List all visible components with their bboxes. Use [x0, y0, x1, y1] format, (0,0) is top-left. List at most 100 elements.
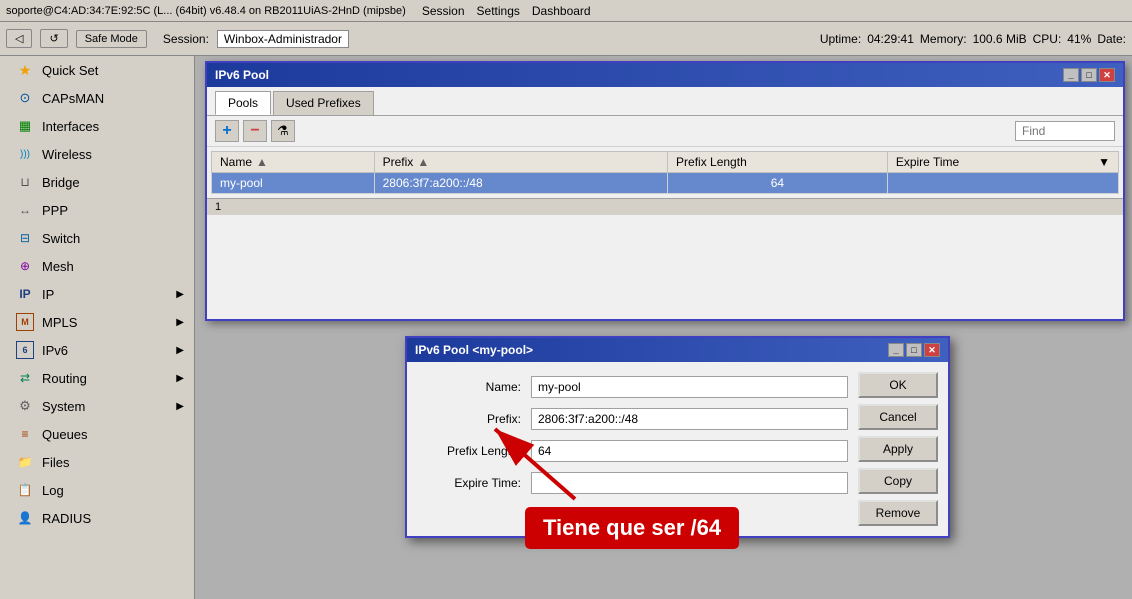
tab-used-prefixes[interactable]: Used Prefixes — [273, 91, 374, 115]
ipv6-pool-title: IPv6 Pool — [215, 68, 269, 82]
sidebar-item-mpls[interactable]: M MPLS ▶ — [0, 308, 194, 336]
copy-button[interactable]: Copy — [858, 468, 938, 494]
log-icon: 📋 — [16, 481, 34, 499]
session-value: Winbox-Administrador — [217, 30, 349, 48]
prefix-input[interactable] — [531, 408, 848, 430]
remove-button[interactable]: Remove — [858, 500, 938, 526]
queues-icon: ≡ — [16, 425, 34, 443]
mpls-icon: M — [16, 313, 34, 331]
col-prefix-length[interactable]: Prefix Length — [668, 152, 888, 173]
dialog-fields: Name: Prefix: Prefix Length: Expire Time… — [407, 362, 848, 536]
status-bar: 1 — [207, 198, 1123, 215]
window-toolbar: + − ⚗ — [207, 116, 1123, 147]
sidebar-item-label: System — [42, 399, 85, 414]
add-button[interactable]: + — [215, 120, 239, 142]
tab-pools[interactable]: Pools — [215, 91, 271, 115]
dialog-maximize-button[interactable]: □ — [906, 343, 922, 357]
sidebar-item-label: Log — [42, 483, 64, 498]
back-button[interactable]: ◁ — [6, 29, 32, 48]
cpu-label: CPU: — [1033, 32, 1062, 46]
menu-settings[interactable]: Settings — [477, 4, 520, 18]
cell-expire-time — [887, 173, 1118, 194]
sidebar-item-routing[interactable]: ⇄ Routing ▶ — [0, 364, 194, 392]
sidebar-item-capsman[interactable]: ⊙ CAPsMAN — [0, 84, 194, 112]
safe-mode-button[interactable]: Safe Mode — [76, 30, 147, 48]
maximize-button[interactable]: □ — [1081, 68, 1097, 82]
row-count: 1 — [215, 201, 221, 213]
cell-name: my-pool — [212, 173, 375, 194]
system-icon: ⚙ — [16, 397, 34, 415]
sidebar-item-bridge[interactable]: ⊔ Bridge — [0, 168, 194, 196]
memory-value: 100.6 MiB — [973, 32, 1027, 46]
sidebar-item-label: Mesh — [42, 259, 74, 274]
ip-icon: IP — [16, 285, 34, 303]
table-row[interactable]: my-pool 2806:3f7:a200::/48 64 — [212, 173, 1119, 194]
dialog-minimize-button[interactable]: _ — [888, 343, 904, 357]
ipv6-pool-titlebar: IPv6 Pool _ □ ✕ — [207, 63, 1123, 87]
name-row: Name: — [421, 376, 848, 398]
sidebar-item-system[interactable]: ⚙ System ▶ — [0, 392, 194, 420]
find-input[interactable] — [1015, 121, 1115, 141]
star-icon: ★ — [16, 61, 34, 79]
col-name[interactable]: Name▲ — [212, 152, 375, 173]
sidebar-item-interfaces[interactable]: ▦ Interfaces — [0, 112, 194, 140]
dialog-close-button[interactable]: ✕ — [924, 343, 940, 357]
sidebar-item-label: Routing — [42, 371, 87, 386]
sidebar-item-label: Files — [42, 455, 69, 470]
menu-dashboard[interactable]: Dashboard — [532, 4, 591, 18]
sidebar-item-wireless[interactable]: ))) Wireless — [0, 140, 194, 168]
col-expire-time[interactable]: Expire Time ▼ — [887, 152, 1118, 173]
top-menu: Session Settings Dashboard — [422, 4, 591, 18]
name-input[interactable] — [531, 376, 848, 398]
sidebar-item-mesh[interactable]: ⊕ Mesh — [0, 252, 194, 280]
col-prefix[interactable]: Prefix▲ — [374, 152, 667, 173]
sidebar-item-label: Wireless — [42, 147, 92, 162]
cancel-button[interactable]: Cancel — [858, 404, 938, 430]
menu-session[interactable]: Session — [422, 4, 465, 18]
prefix-length-input[interactable] — [531, 440, 848, 462]
mpls-arrow: ▶ — [176, 317, 184, 328]
sidebar-item-quick-set[interactable]: ★ Quick Set — [0, 56, 194, 84]
sidebar-item-ppp[interactable]: ↔ PPP — [0, 196, 194, 224]
expire-time-input[interactable] — [531, 472, 848, 494]
sidebar-item-log[interactable]: 📋 Log — [0, 476, 194, 504]
sidebar-item-label: Interfaces — [42, 119, 99, 134]
filter-button[interactable]: ⚗ — [271, 120, 295, 142]
minimize-button[interactable]: _ — [1063, 68, 1079, 82]
sidebar-item-radius[interactable]: 👤 RADIUS — [0, 504, 194, 532]
sidebar-item-ipv6[interactable]: 6 IPv6 ▶ — [0, 336, 194, 364]
uptime-value: 04:29:41 — [867, 32, 914, 46]
wireless-icon: ))) — [16, 145, 34, 163]
uptime-section: Uptime: 04:29:41 Memory: 100.6 MiB CPU: … — [820, 32, 1126, 46]
sidebar-item-label: Switch — [42, 231, 80, 246]
sidebar-item-label: PPP — [42, 203, 68, 218]
dialog-buttons-column: OK Cancel Apply Copy Remove — [848, 362, 948, 536]
close-button[interactable]: ✕ — [1099, 68, 1115, 82]
top-bar: soporte@C4:AD:34:7E:92:5C (L... (64bit) … — [0, 0, 1132, 22]
files-icon: 📁 — [16, 453, 34, 471]
sidebar-item-label: Bridge — [42, 175, 80, 190]
sidebar-item-label: Quick Set — [42, 63, 98, 78]
sidebar-item-label: Queues — [42, 427, 88, 442]
radius-icon: 👤 — [16, 509, 34, 527]
routing-arrow: ▶ — [176, 373, 184, 384]
date-label: Date: — [1097, 32, 1126, 46]
sidebar-item-switch[interactable]: ⊟ Switch — [0, 224, 194, 252]
sidebar-item-label: IP — [42, 287, 54, 302]
ipv6-pool-window: IPv6 Pool _ □ ✕ Pools Used Prefixes + − … — [205, 61, 1125, 321]
sidebar-item-label: CAPsMAN — [42, 91, 104, 106]
cell-prefix: 2806:3f7:a200::/48 — [374, 173, 667, 194]
sidebar-item-ip[interactable]: IP IP ▶ — [0, 280, 194, 308]
bridge-icon: ⊔ — [16, 173, 34, 191]
apply-button[interactable]: Apply — [858, 436, 938, 462]
ok-button[interactable]: OK — [858, 372, 938, 398]
tabs: Pools Used Prefixes — [207, 87, 1123, 116]
ipv6-pool-dialog: IPv6 Pool <my-pool> _ □ ✕ Name: Prefix: — [405, 336, 950, 538]
refresh-button[interactable]: ↺ — [40, 29, 67, 48]
table-container: Name▲ Prefix▲ Prefix Length Expire Time … — [207, 147, 1123, 198]
sidebar-item-files[interactable]: 📁 Files — [0, 448, 194, 476]
remove-button[interactable]: − — [243, 120, 267, 142]
sidebar-item-queues[interactable]: ≡ Queues — [0, 420, 194, 448]
ipv6-arrow: ▶ — [176, 345, 184, 356]
cell-prefix-length: 64 — [668, 173, 888, 194]
